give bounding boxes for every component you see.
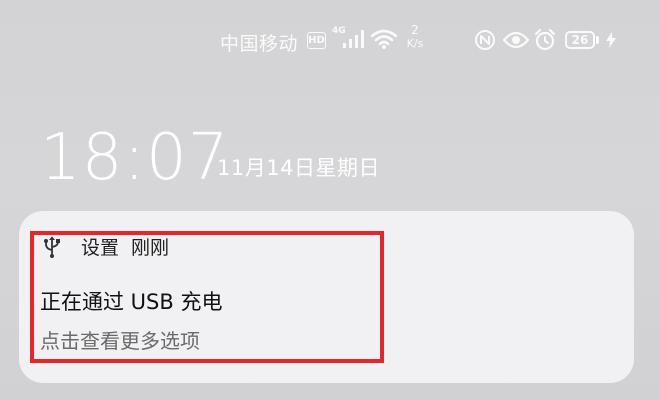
notification-title: 正在通过 USB 充电 <box>40 290 223 314</box>
net-speed-value: 2 <box>411 23 419 37</box>
signal-icon <box>343 30 364 48</box>
carrier-name: 中国移动 <box>220 33 299 55</box>
notification-time: 刚刚 <box>131 237 170 259</box>
net-speed-unit: K/s <box>406 37 424 50</box>
wifi-icon <box>371 29 397 49</box>
notification-body: 点击查看更多选项 <box>40 329 200 353</box>
battery-level: 26 <box>565 31 595 49</box>
notification-header: 设置 刚刚 <box>43 233 169 260</box>
status-bar: 中国移动 HD 4G 2 K/s 26 <box>0 24 660 60</box>
signal-indicator: 4G <box>332 26 368 52</box>
alarm-icon <box>534 28 556 51</box>
charging-bolt-icon <box>606 32 616 48</box>
notification-app-name: 设置 <box>81 237 120 259</box>
lockscreen-date: 11月14日星期日 <box>217 156 380 180</box>
eye-comfort-icon <box>503 31 529 49</box>
hd-icon: HD <box>307 32 326 49</box>
net-speed: 2 K/s <box>402 23 428 51</box>
battery-icon: 26 <box>565 30 599 50</box>
nfc-icon <box>475 30 495 50</box>
usb-icon <box>44 236 60 258</box>
usb-charging-notification[interactable]: 设置 刚刚 正在通过 USB 充电 点击查看更多选项 <box>19 211 634 383</box>
lockscreen-clock: 18:07 <box>40 121 230 195</box>
battery-tip <box>596 36 599 44</box>
